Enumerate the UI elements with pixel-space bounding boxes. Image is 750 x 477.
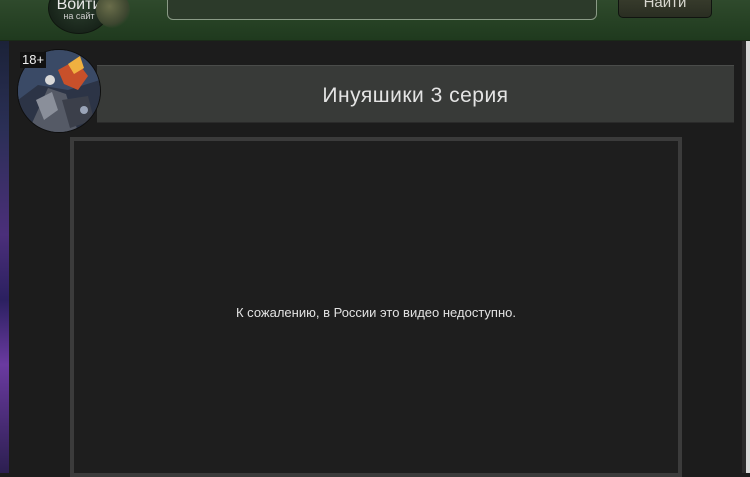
top-header: Войти на сайт Найти	[0, 0, 750, 41]
search-input[interactable]	[167, 0, 597, 20]
unavailable-message: К сожалению, в России это видео недоступ…	[236, 305, 516, 320]
right-scroll-strip	[742, 40, 750, 473]
search-button[interactable]: Найти	[618, 0, 712, 18]
video-player[interactable]: К сожалению, в России это видео недоступ…	[70, 137, 682, 477]
age-rating-badge: 18+	[20, 52, 47, 68]
header-glow-decoration	[96, 0, 130, 28]
title-bar-edge	[734, 62, 742, 124]
left-decoration	[0, 40, 9, 473]
episode-title-bar: Инуяшики 3 серия	[97, 65, 734, 123]
page-title: Инуяшики 3 серия	[322, 84, 509, 107]
